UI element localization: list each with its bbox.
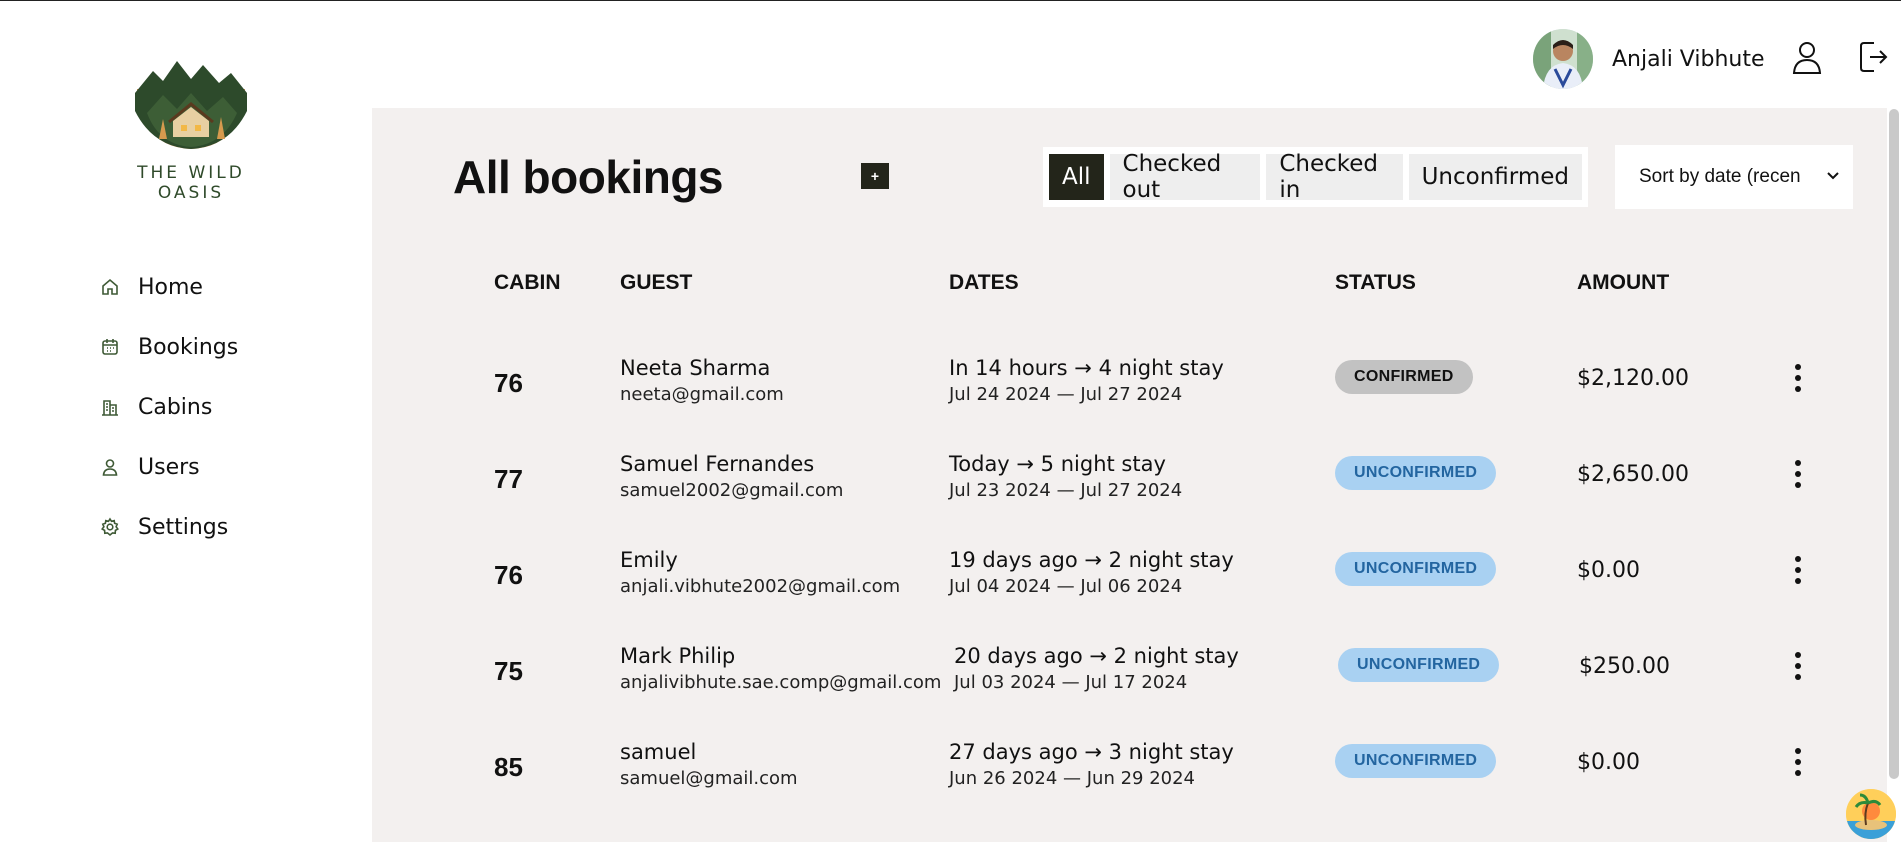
column-header-cabin: CABIN xyxy=(494,271,561,294)
status-badge: UNCONFIRMED xyxy=(1335,744,1497,778)
more-options-icon[interactable] xyxy=(1790,745,1806,779)
home-icon xyxy=(100,277,138,297)
stay-summary: Today → 5 night stay xyxy=(949,452,1166,476)
user-name: Anjali Vibhute xyxy=(1612,47,1765,72)
guest-email: anjalivibhute.sae.comp@gmail.com xyxy=(620,672,942,693)
booking-amount: $2,120.00 xyxy=(1577,366,1689,391)
gear-icon xyxy=(100,517,138,537)
mountain-cabin-logo-icon xyxy=(135,61,247,149)
booking-amount: $2,650.00 xyxy=(1577,462,1689,487)
sidebar-item-label: Home xyxy=(138,274,203,300)
sidebar-item-label: Users xyxy=(138,454,200,480)
brand-name: THE WILD OASIS xyxy=(137,163,245,203)
cabin-number: 77 xyxy=(494,464,523,494)
status-badge: CONFIRMED xyxy=(1335,360,1473,394)
stay-summary: In 14 hours → 4 night stay xyxy=(949,356,1224,380)
booking-amount: $250.00 xyxy=(1579,654,1670,679)
add-booking-button[interactable]: + xyxy=(861,163,889,189)
sort-select-value: Sort by date (recen xyxy=(1639,166,1801,187)
cabin-number: 75 xyxy=(494,656,523,686)
date-range: Jul 24 2024 — Jul 27 2024 xyxy=(949,384,1183,405)
floating-island-icon[interactable] xyxy=(1846,789,1896,839)
guest-email: samuel2002@gmail.com xyxy=(620,480,844,501)
column-header-dates: DATES xyxy=(949,271,1019,294)
chevron-down-icon xyxy=(1825,167,1841,189)
more-options-icon[interactable] xyxy=(1790,649,1806,683)
island-palm-icon xyxy=(1846,789,1896,839)
sidebar-item-label: Cabins xyxy=(138,394,213,420)
sidebar-item-home[interactable]: Home xyxy=(100,265,238,309)
more-options-icon[interactable] xyxy=(1790,361,1806,395)
sidebar: THE WILD OASIS Home Bookings Cabins User… xyxy=(0,1,372,842)
table-row: 76 Emily anjali.vibhute2002@gmail.com 19… xyxy=(372,529,1887,625)
calendar-icon xyxy=(100,337,138,357)
sort-select[interactable]: Sort by date (recen xyxy=(1615,145,1853,209)
filter-all-button[interactable]: All xyxy=(1049,154,1104,200)
sidebar-item-label: Settings xyxy=(138,514,229,540)
date-range: Jul 03 2024 — Jul 17 2024 xyxy=(954,672,1188,693)
status-filter: All Checked out Checked in Unconfirmed xyxy=(1043,147,1588,207)
status-badge: UNCONFIRMED xyxy=(1335,552,1497,586)
avatar-photo-icon xyxy=(1533,29,1593,89)
filter-unconfirmed-button[interactable]: Unconfirmed xyxy=(1408,154,1582,200)
main-nav: Home Bookings Cabins Users Settings xyxy=(100,265,238,565)
cabin-number: 85 xyxy=(494,752,523,782)
avatar[interactable] xyxy=(1533,29,1593,89)
cabin-number: 76 xyxy=(494,368,523,398)
stay-summary: 27 days ago → 3 night stay xyxy=(949,740,1234,764)
column-header-amount: AMOUNT xyxy=(1577,271,1670,294)
guest-name: Samuel Fernandes xyxy=(620,452,815,476)
date-range: Jul 04 2024 — Jul 06 2024 xyxy=(949,576,1183,597)
logout-icon[interactable] xyxy=(1856,39,1890,75)
sidebar-item-bookings[interactable]: Bookings xyxy=(100,325,238,369)
column-header-status: STATUS xyxy=(1335,271,1416,294)
date-range: Jul 23 2024 — Jul 27 2024 xyxy=(949,480,1183,501)
brand-logo[interactable]: THE WILD OASIS xyxy=(100,59,282,203)
status-badge: UNCONFIRMED xyxy=(1338,648,1500,682)
guest-name: Mark Philip xyxy=(620,644,736,668)
guest-name: Emily xyxy=(620,548,678,572)
more-options-icon[interactable] xyxy=(1790,457,1806,491)
filter-checked-in-button[interactable]: Checked in xyxy=(1266,151,1403,203)
guest-name: Neeta Sharma xyxy=(620,356,771,380)
sidebar-item-users[interactable]: Users xyxy=(100,445,238,489)
sidebar-item-cabins[interactable]: Cabins xyxy=(100,385,238,429)
booking-amount: $0.00 xyxy=(1577,750,1640,775)
more-options-icon[interactable] xyxy=(1790,553,1806,587)
stay-summary: 20 days ago → 2 night stay xyxy=(954,644,1239,668)
guest-email: samuel@gmail.com xyxy=(620,768,798,789)
table-row: 77 Samuel Fernandes samuel2002@gmail.com… xyxy=(372,433,1887,529)
building-icon xyxy=(100,397,138,417)
stay-summary: 19 days ago → 2 night stay xyxy=(949,548,1234,572)
page-title: All bookings xyxy=(453,151,724,203)
main-content: All bookings + All Checked out Checked i… xyxy=(372,108,1887,842)
status-badge: UNCONFIRMED xyxy=(1335,456,1497,490)
guest-email: neeta@gmail.com xyxy=(620,384,784,405)
date-range: Jun 26 2024 — Jun 29 2024 xyxy=(949,768,1196,789)
guest-name: samuel xyxy=(620,740,697,764)
sidebar-item-settings[interactable]: Settings xyxy=(100,505,238,549)
table-row: 85 samuel samuel@gmail.com 27 days ago →… xyxy=(372,721,1887,817)
table-row: 76 Neeta Sharma neeta@gmail.com In 14 ho… xyxy=(372,337,1887,433)
vertical-scrollbar[interactable] xyxy=(1889,109,1899,779)
sidebar-item-label: Bookings xyxy=(138,334,239,360)
filter-checked-out-button[interactable]: Checked out xyxy=(1109,151,1261,203)
user-icon xyxy=(100,457,138,477)
booking-amount: $0.00 xyxy=(1577,558,1640,583)
table-row: 75 Mark Philip anjalivibhute.sae.comp@gm… xyxy=(372,625,1887,721)
guest-email: anjali.vibhute2002@gmail.com xyxy=(620,576,901,597)
column-header-guest: GUEST xyxy=(620,271,693,294)
cabin-number: 76 xyxy=(494,560,523,590)
user-profile-icon[interactable] xyxy=(1790,39,1824,75)
